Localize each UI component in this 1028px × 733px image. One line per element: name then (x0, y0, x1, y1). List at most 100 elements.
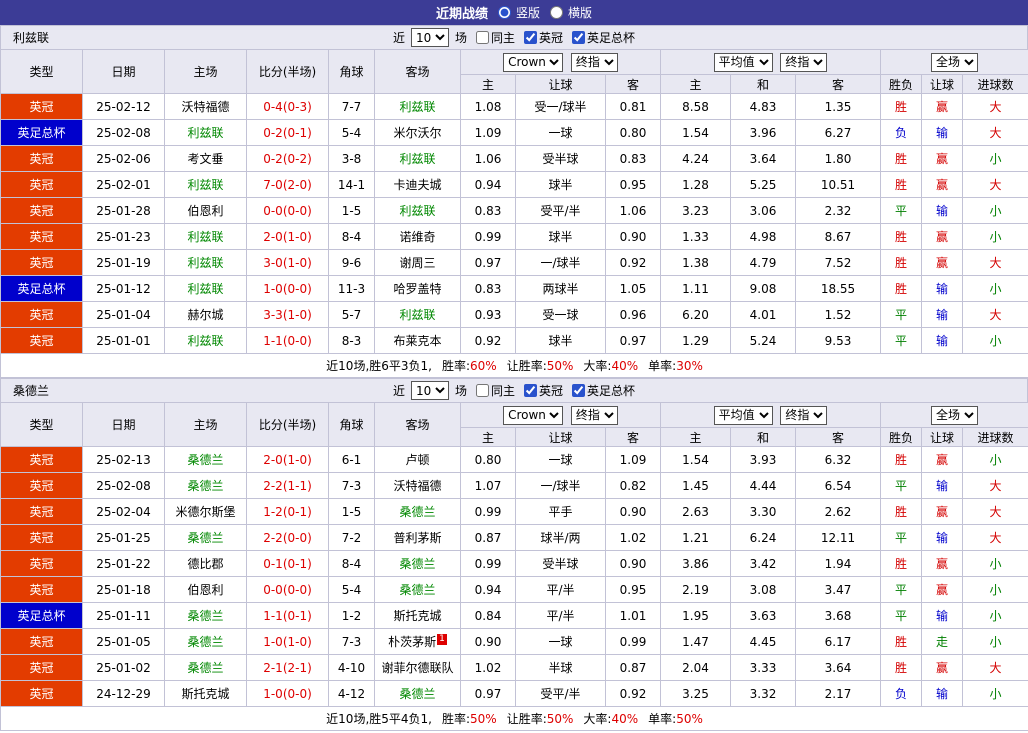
euro-away-odds: 3.64 (795, 654, 882, 681)
euro-away-odds: 12.11 (795, 524, 882, 551)
home-team[interactable]: 利兹联 (164, 119, 247, 146)
home-team[interactable]: 伯恩利 (164, 197, 247, 224)
layout-option-horizontal[interactable]: 横版 (550, 4, 592, 21)
euro-home-odds: 1.33 (660, 223, 732, 250)
section-header: 利兹联 近 10 场 同主 英冠 英足总杯 (0, 25, 1028, 49)
team-name[interactable]: 桑德兰 (13, 382, 49, 399)
horizontal-layout-radio[interactable] (550, 6, 563, 19)
away-team[interactable]: 沃特福德 (374, 472, 461, 499)
euro-stage-select[interactable]: 终指 (780, 52, 828, 72)
asia-stage-select[interactable]: 终指 (570, 405, 618, 425)
away-team[interactable]: 斯托克城 (374, 602, 461, 629)
away-team[interactable]: 桑德兰 (374, 550, 461, 577)
league-filter[interactable]: 英冠 (524, 29, 563, 46)
euro-draw-odds: 4.44 (730, 472, 797, 499)
euro-stage-select[interactable]: 终指 (780, 405, 828, 425)
summary-stat-value: 40% (611, 712, 639, 726)
asia-bookmaker-select[interactable]: Crown (503, 52, 564, 72)
euro-bookmaker-select[interactable]: 平均值 (713, 52, 773, 72)
away-team[interactable]: 利兹联 (374, 145, 461, 172)
league-checkbox[interactable] (524, 384, 537, 397)
team-name[interactable]: 利兹联 (13, 29, 49, 46)
home-team[interactable]: 桑德兰 (164, 654, 247, 681)
scope-select[interactable]: 全场 (931, 52, 979, 72)
match-date: 25-01-19 (82, 249, 165, 276)
away-team[interactable]: 卡迪夫城 (374, 171, 461, 198)
home-team[interactable]: 桑德兰 (164, 446, 247, 473)
same-home-filter[interactable]: 同主 (475, 29, 515, 46)
away-team[interactable]: 布莱克本 (374, 327, 461, 354)
euro-draw-odds: 4.01 (730, 301, 797, 328)
home-team[interactable]: 利兹联 (164, 171, 247, 198)
result-outcome: 胜 (880, 446, 923, 473)
away-team[interactable]: 利兹联 (374, 301, 461, 328)
home-team[interactable]: 桑德兰 (164, 628, 247, 655)
away-team[interactable]: 桑德兰 (374, 680, 461, 707)
same-home-checkbox[interactable] (475, 384, 489, 397)
home-team[interactable]: 赫尔城 (164, 301, 247, 328)
home-team[interactable]: 利兹联 (164, 223, 247, 250)
euro-bookmaker-select[interactable]: 平均值 (713, 405, 773, 425)
away-team[interactable]: 卢顿 (374, 446, 461, 473)
home-team[interactable]: 米德尔斯堡 (164, 498, 247, 525)
home-team[interactable]: 利兹联 (164, 249, 247, 276)
corner-count: 1-5 (328, 498, 375, 525)
league-filter[interactable]: 英冠 (524, 382, 563, 399)
asia-away-odds: 0.81 (604, 93, 662, 120)
handicap-outcome: 赢 (921, 654, 964, 681)
asia-away-odds: 0.90 (604, 550, 662, 577)
away-team[interactable]: 桑德兰 (374, 498, 461, 525)
away-team[interactable]: 谢菲尔德联队 (374, 654, 461, 681)
home-team[interactable]: 利兹联 (164, 275, 247, 302)
match-count-select[interactable]: 10 (410, 28, 449, 47)
col-euro-draw: 和 (730, 74, 797, 94)
scope-select[interactable]: 全场 (931, 405, 979, 425)
cup-checkbox[interactable] (572, 31, 586, 44)
corner-count: 4-10 (328, 654, 375, 681)
away-team[interactable]: 朴茨茅斯 1 (374, 628, 461, 655)
euro-draw-odds: 3.30 (730, 498, 797, 525)
handicap-outcome: 输 (921, 602, 964, 629)
euro-draw-odds: 4.98 (730, 223, 797, 250)
asia-bookmaker-select[interactable]: Crown (503, 405, 564, 425)
asia-away-odds: 1.06 (604, 197, 662, 224)
away-team[interactable]: 诺维奇 (374, 223, 461, 250)
asia-stage-select[interactable]: 终指 (570, 52, 618, 72)
home-team[interactable]: 伯恩利 (164, 576, 247, 603)
match-count-select[interactable]: 10 (410, 381, 449, 400)
cup-filter[interactable]: 英足总杯 (572, 382, 635, 399)
home-team[interactable]: 桑德兰 (164, 472, 247, 499)
home-team[interactable]: 桑德兰 (164, 602, 247, 629)
handicap-outcome: 输 (921, 327, 964, 354)
col-date: 日期 (82, 49, 165, 94)
away-team[interactable]: 利兹联 (374, 93, 461, 120)
home-team[interactable]: 德比郡 (164, 550, 247, 577)
corner-count: 11-3 (328, 275, 375, 302)
vertical-layout-radio[interactable] (497, 6, 511, 19)
home-team[interactable]: 沃特福德 (164, 93, 247, 120)
cup-checkbox[interactable] (572, 384, 586, 397)
league-checkbox[interactable] (524, 31, 537, 44)
same-home-checkbox[interactable] (475, 31, 489, 44)
same-home-filter[interactable]: 同主 (475, 382, 515, 399)
home-team[interactable]: 利兹联 (164, 327, 247, 354)
away-team[interactable]: 米尔沃尔 (374, 119, 461, 146)
away-team[interactable]: 哈罗盖特 (374, 275, 461, 302)
match-score: 2-2(0-0) (246, 524, 329, 551)
away-team[interactable]: 桑德兰 (374, 576, 461, 603)
cup-filter[interactable]: 英足总杯 (572, 29, 635, 46)
away-team[interactable]: 利兹联 (374, 197, 461, 224)
col-euro-home: 主 (660, 427, 732, 447)
home-team[interactable]: 桑德兰 (164, 524, 247, 551)
match-date: 25-01-05 (82, 628, 165, 655)
handicap-outcome: 赢 (921, 576, 964, 603)
goals-outcome: 小 (962, 223, 1028, 250)
goals-outcome: 小 (962, 275, 1028, 302)
away-team[interactable]: 普利茅斯 (374, 524, 461, 551)
match-date: 25-01-01 (82, 327, 165, 354)
away-team[interactable]: 谢周三 (374, 249, 461, 276)
home-team[interactable]: 考文垂 (164, 145, 247, 172)
home-team[interactable]: 斯托克城 (164, 680, 247, 707)
layout-option-vertical[interactable]: 竖版 (497, 4, 540, 21)
euro-away-odds: 9.53 (795, 327, 882, 354)
